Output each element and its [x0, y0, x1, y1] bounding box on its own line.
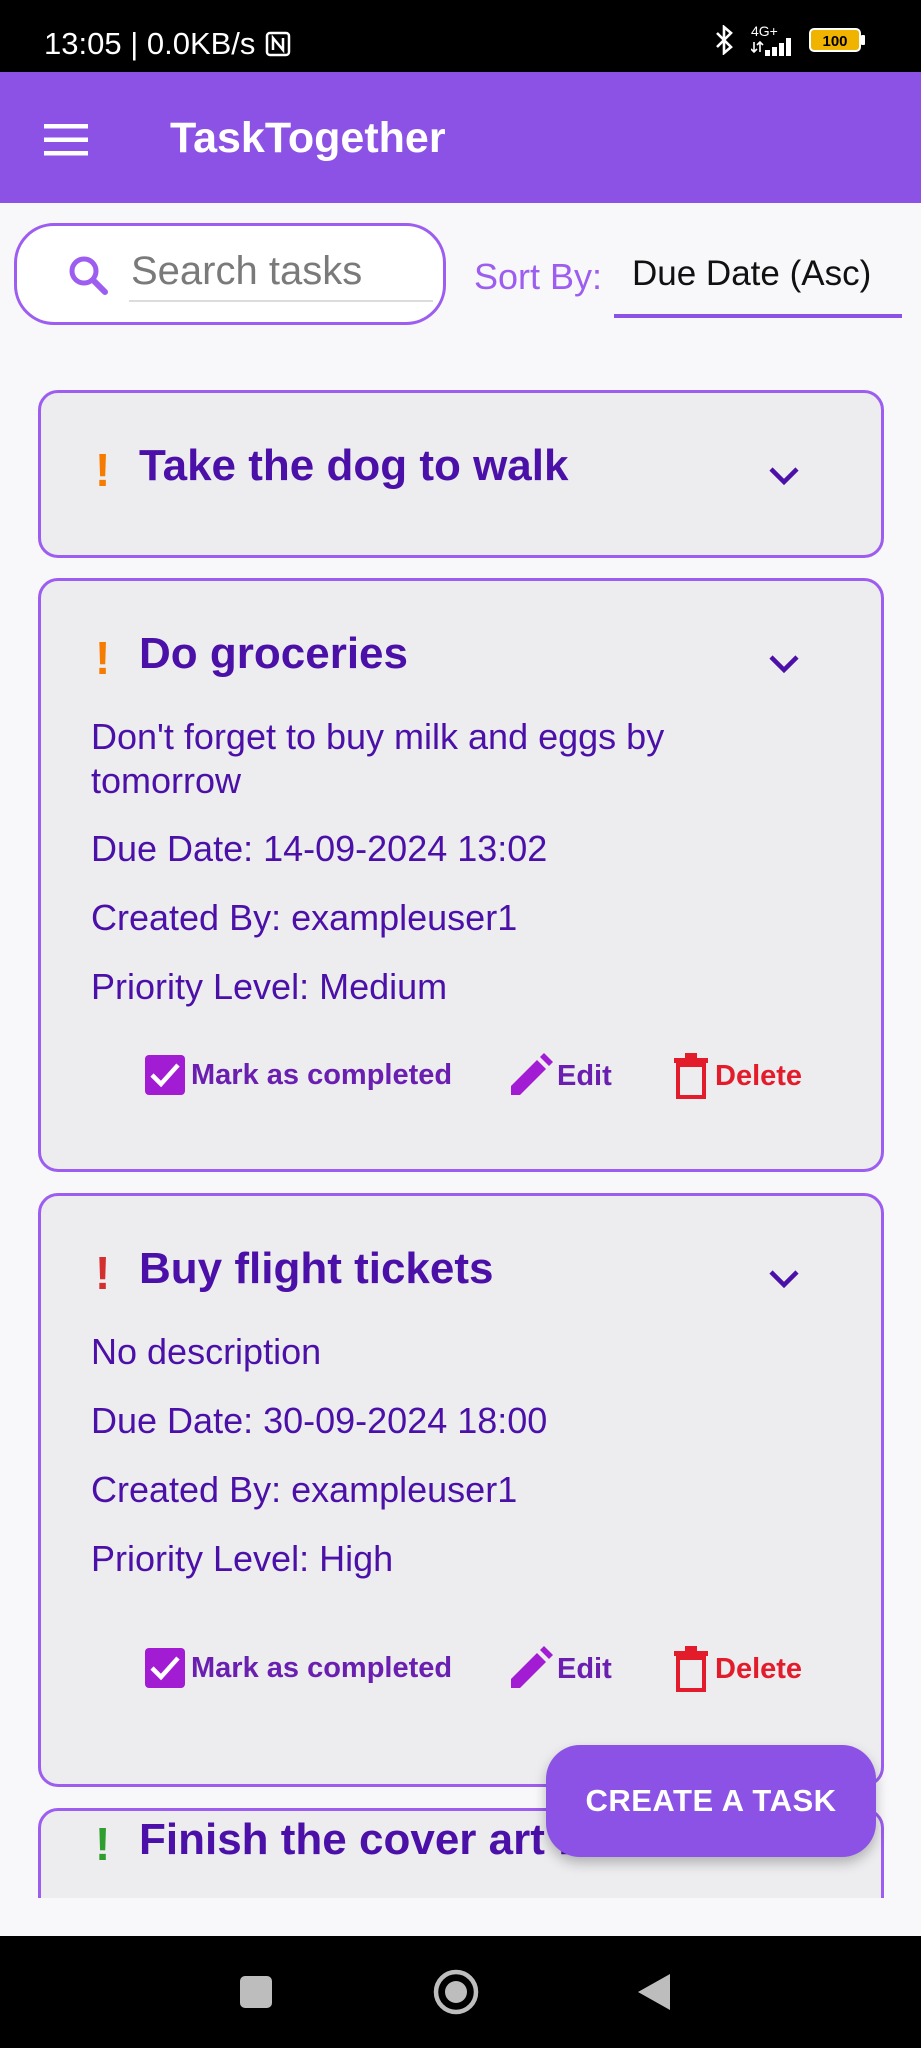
chevron-down-icon[interactable]: [767, 1268, 801, 1290]
app-bar: [0, 72, 921, 203]
task-title: Do groceries: [139, 629, 408, 678]
mark-completed-button[interactable]: Mark as completed: [143, 1646, 452, 1690]
edit-label: Edit: [557, 1059, 612, 1092]
battery-icon: 100: [809, 28, 865, 52]
edit-label: Edit: [557, 1652, 612, 1685]
edit-icon: [511, 1646, 553, 1688]
search-icon: [69, 256, 108, 295]
task-description: No description: [91, 1331, 322, 1372]
task-card[interactable]: ! Buy flight tickets No description Due …: [38, 1193, 884, 1787]
priority-icon: !: [95, 1247, 111, 1299]
status-time: 13:05 | 0.0KB/s: [44, 26, 256, 61]
task-due-date: Due Date: 14-09-2024 13:02: [91, 828, 548, 869]
chevron-down-icon[interactable]: [767, 465, 801, 487]
trash-icon: [674, 1053, 708, 1099]
search-input[interactable]: [129, 242, 433, 302]
create-task-button[interactable]: CREATE A TASK: [546, 1745, 876, 1857]
mark-completed-button[interactable]: Mark as completed: [143, 1053, 452, 1097]
sort-value: Due Date (Asc): [632, 254, 872, 293]
checkbox-checked-icon: [145, 1648, 185, 1688]
edit-button[interactable]: Edit: [507, 1646, 612, 1692]
delete-label: Delete: [715, 1059, 803, 1092]
recents-icon[interactable]: [240, 1976, 272, 2008]
sort-dropdown[interactable]: Due Date (Asc): [614, 240, 902, 318]
status-bar: 13:05 | 0.0KB/s 4G+ 100: [0, 0, 921, 72]
task-card[interactable]: ! Do groceries Don't forget to buy milk …: [38, 578, 884, 1172]
back-icon[interactable]: [636, 1972, 672, 2012]
app-title: TaskTogether: [170, 114, 446, 162]
delete-button[interactable]: Delete: [671, 1053, 802, 1099]
search-box[interactable]: [14, 223, 446, 325]
network-indicator: 4G+: [751, 24, 797, 56]
delete-label: Delete: [715, 1652, 803, 1685]
priority-icon: !: [95, 444, 111, 496]
bottom-spacer: [0, 1898, 921, 1936]
task-priority-level: Priority Level: Medium: [91, 966, 448, 1007]
mark-completed-label: Mark as completed: [191, 1058, 453, 1091]
task-title: Buy flight tickets: [139, 1244, 494, 1293]
sort-label: Sort By:: [474, 256, 603, 297]
task-due-date: Due Date: 30-09-2024 18:00: [91, 1400, 548, 1441]
network-label: 4G+: [751, 23, 778, 39]
priority-icon: !: [95, 1818, 111, 1870]
chevron-down-icon[interactable]: [767, 653, 801, 675]
mark-completed-label: Mark as completed: [191, 1651, 453, 1684]
task-title: Take the dog to walk: [139, 441, 569, 490]
signal-icon: [751, 38, 791, 56]
edit-icon: [511, 1053, 553, 1095]
svg-text:100: 100: [822, 33, 847, 50]
home-icon[interactable]: [432, 1968, 480, 2016]
menu-icon[interactable]: [44, 124, 88, 156]
checkbox-checked-icon: [145, 1055, 185, 1095]
task-description: Don't forget to buy milk and eggs by tom…: [91, 716, 665, 801]
task-created-by: Created By: exampleuser1: [91, 897, 518, 938]
task-card[interactable]: ! Take the dog to walk: [38, 390, 884, 558]
nfc-icon: [266, 31, 291, 57]
bluetooth-icon: [716, 25, 733, 55]
delete-button[interactable]: Delete: [671, 1646, 802, 1692]
status-right: 4G+ 100: [711, 24, 867, 56]
trash-icon: [674, 1646, 708, 1692]
priority-icon: !: [95, 632, 111, 684]
task-priority-level: Priority Level: High: [91, 1538, 394, 1579]
edit-button[interactable]: Edit: [507, 1053, 612, 1099]
system-nav-bar: [0, 1936, 921, 2048]
status-left: 13:05 | 0.0KB/s: [44, 26, 291, 62]
task-created-by: Created By: exampleuser1: [91, 1469, 518, 1510]
